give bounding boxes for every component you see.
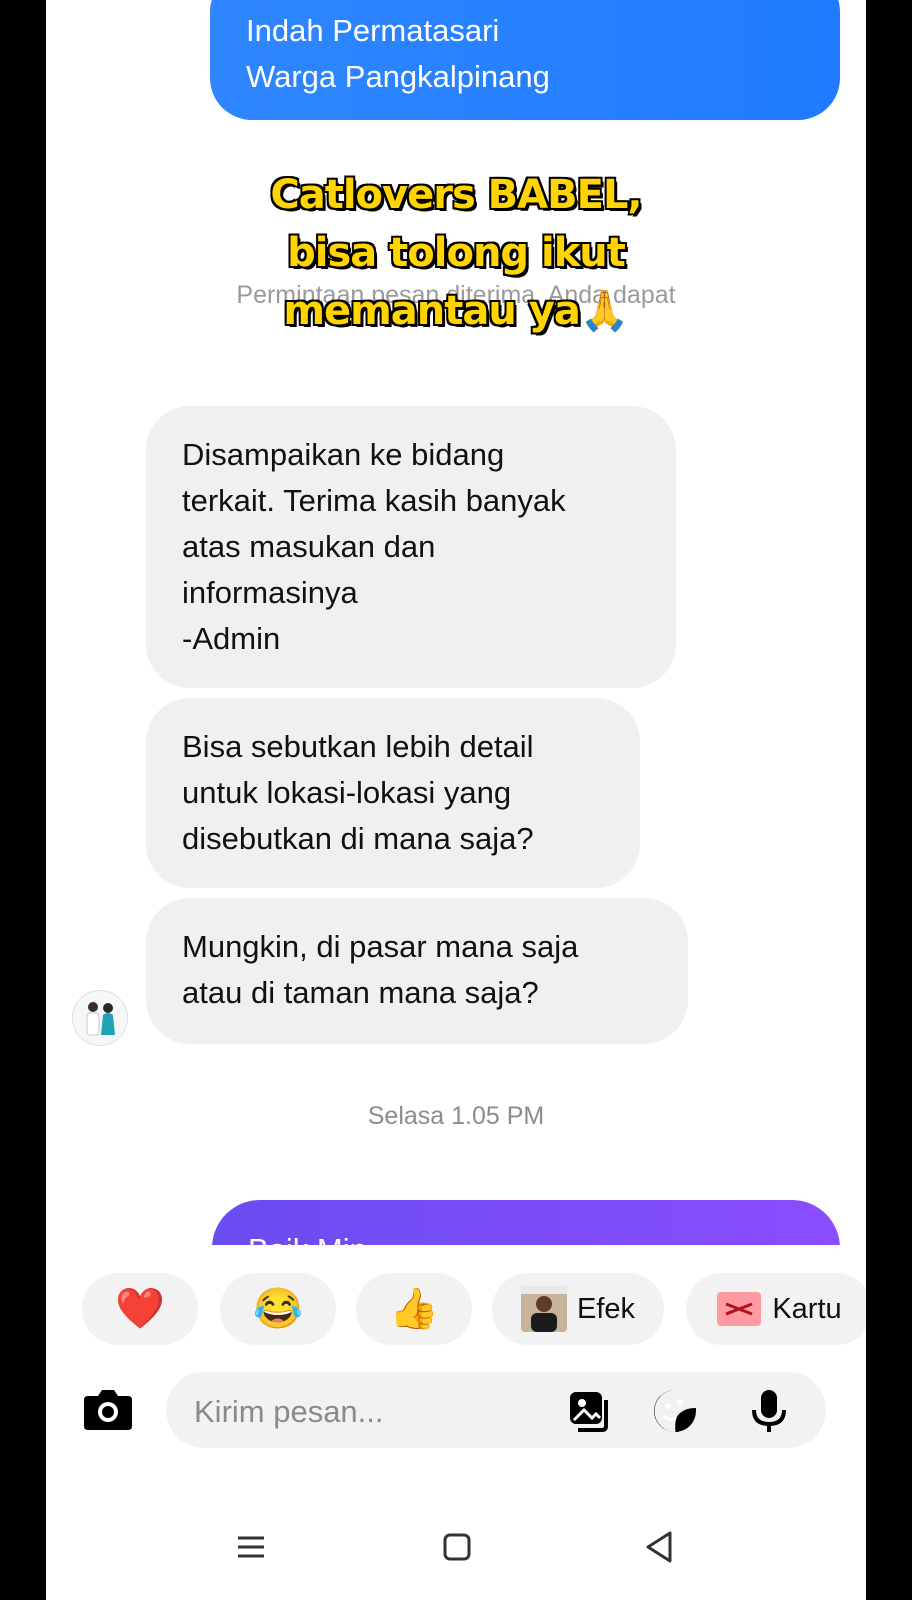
gallery-icon[interactable]	[566, 1388, 612, 1434]
message-line: Mungkin, di pasar mana saja	[182, 929, 579, 964]
card-button[interactable]: Kartu	[686, 1273, 866, 1345]
back-icon[interactable]	[644, 1530, 674, 1569]
laugh-reaction-button[interactable]: 😂	[220, 1273, 336, 1345]
card-label: Kartu	[772, 1292, 842, 1325]
caption-line-2: bisa tolong ikut	[286, 229, 628, 278]
heart-emoji: ❤️	[115, 1287, 165, 1331]
message-input[interactable]: Kirim pesan...	[166, 1372, 826, 1448]
laughing-emoji: 😂	[253, 1287, 303, 1331]
effect-button[interactable]: Efek	[492, 1273, 664, 1345]
effect-thumbnail-icon	[520, 1286, 567, 1332]
incoming-message-bubble[interactable]: Disampaikan ke bidang terkait. Terima ka…	[146, 406, 676, 688]
praying-hands-emoji: 🙏	[579, 288, 630, 334]
incoming-message-bubble[interactable]: Mungkin, di pasar mana saja atau di tama…	[146, 898, 688, 1044]
message-line: Bisa sebutkan lebih detail	[182, 729, 534, 764]
caption-line-3: memantau ya🙏	[46, 282, 866, 340]
quick-reaction-bar: ❤️ 😂 👍 Efek Kartu	[46, 1245, 866, 1345]
sender-avatar[interactable]	[72, 990, 128, 1046]
thumbs-up-reaction-button[interactable]: 👍	[356, 1273, 472, 1345]
message-line: terkait. Terima kasih banyak	[182, 483, 566, 518]
message-line: untuk lokasi-lokasi yang	[182, 775, 512, 810]
message-composer: Kirim pesan...	[46, 1372, 866, 1448]
outgoing-message-bubble[interactable]: Indah Permatasari Warga Pangkalpinang	[210, 0, 840, 120]
message-line: Warga Pangkalpinang	[246, 59, 550, 94]
camera-icon[interactable]	[82, 1386, 134, 1432]
video-caption-overlay: Catlovers BABEL, bisa tolong ikut memant…	[46, 166, 866, 340]
avatar-image	[73, 991, 127, 1045]
message-input-placeholder: Kirim pesan...	[194, 1394, 384, 1429]
message-line: atau di taman mana saja?	[182, 975, 539, 1010]
menu-icon[interactable]	[236, 1532, 266, 1567]
message-line: Disampaikan ke bidang	[182, 437, 505, 472]
sticker-icon[interactable]	[652, 1388, 698, 1434]
thumbs-up-emoji: 👍	[389, 1287, 439, 1331]
heart-reaction-button[interactable]: ❤️	[82, 1273, 198, 1345]
message-line: -Admin	[182, 621, 281, 656]
message-timestamp: Selasa 1.05 PM	[367, 1102, 545, 1130]
system-navigation-bar	[46, 1520, 866, 1580]
message-line: Indah Permatasari	[246, 13, 500, 48]
incoming-message-bubble[interactable]: Bisa sebutkan lebih detail untuk lokasi-…	[146, 698, 640, 888]
effect-label: Efek	[576, 1292, 636, 1325]
message-line: disebutkan di mana saja?	[182, 821, 534, 856]
home-icon[interactable]	[442, 1532, 472, 1567]
message-line: informasinya	[182, 575, 358, 610]
chat-screen: Indah Permatasari Warga Pangkalpinang Pe…	[46, 0, 866, 1600]
caption-line-3-text: memantau ya	[282, 287, 583, 336]
microphone-icon[interactable]	[746, 1388, 792, 1434]
caption-line-1: Catlovers BABEL,	[269, 171, 644, 220]
message-line: atas masukan dan	[182, 529, 436, 564]
gift-card-icon	[716, 1286, 762, 1332]
